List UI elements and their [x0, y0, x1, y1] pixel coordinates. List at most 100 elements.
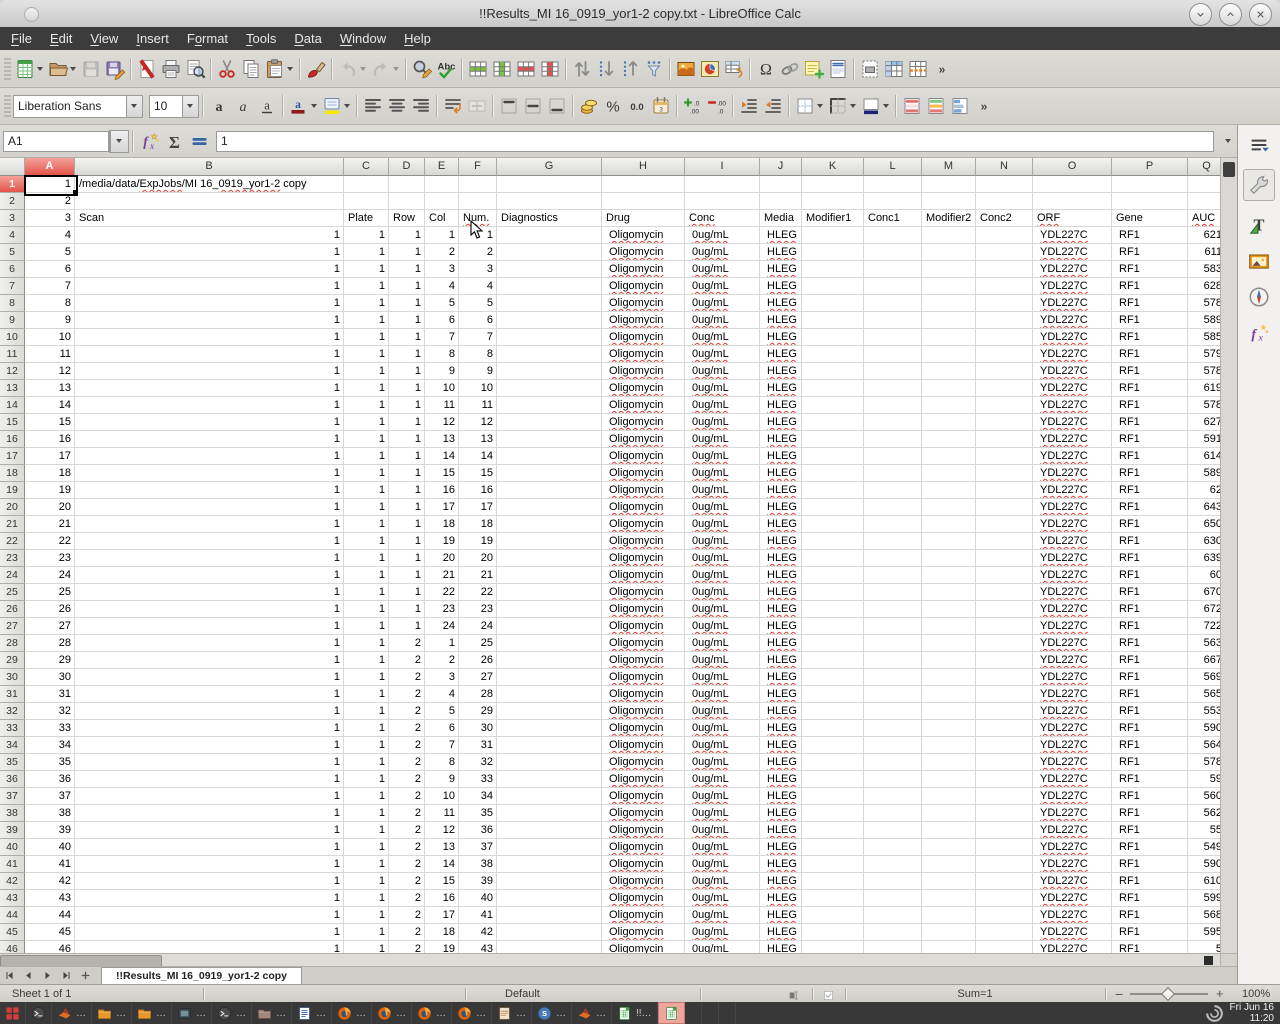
cell-A26[interactable]: 26	[25, 601, 75, 618]
cell-H12[interactable]: Oligomycin	[602, 363, 685, 380]
cell-B1[interactable]: /media/data/ExpJobs/MI 16_0919_yor1-2 co…	[75, 176, 344, 193]
cell-L44[interactable]	[864, 907, 922, 924]
cell-K44[interactable]	[802, 907, 864, 924]
cell-M19[interactable]	[922, 482, 976, 499]
cell-Q17[interactable]: 614	[1188, 448, 1220, 465]
cell-G27[interactable]	[497, 618, 602, 635]
cell-M45[interactable]	[922, 924, 976, 941]
cell-F34[interactable]: 31	[459, 737, 497, 754]
cell-O4[interactable]: YDL227C	[1033, 227, 1112, 244]
add-decimal-button[interactable]: .0.00	[681, 93, 705, 119]
row-header-36[interactable]: 36	[0, 771, 25, 788]
cell-H46[interactable]: Oligomycin	[602, 941, 685, 953]
minimize-button[interactable]	[1189, 3, 1212, 26]
cell-G8[interactable]	[497, 295, 602, 312]
column-header-C[interactable]: C	[344, 158, 389, 176]
cell-Q8[interactable]: 578	[1188, 295, 1220, 312]
cell-P13[interactable]: RF1	[1112, 380, 1188, 397]
cell-D13[interactable]: 1	[389, 380, 425, 397]
cell-Q13[interactable]: 619	[1188, 380, 1220, 397]
cell-F29[interactable]: 26	[459, 652, 497, 669]
cell-C38[interactable]: 1	[344, 805, 389, 822]
cell-A11[interactable]: 11	[25, 346, 75, 363]
cell-G12[interactable]	[497, 363, 602, 380]
insert-comment-button[interactable]	[802, 56, 826, 82]
insert-row-button[interactable]	[466, 56, 490, 82]
cell-C5[interactable]: 1	[344, 244, 389, 261]
cell-C1[interactable]	[344, 176, 389, 193]
cell-I29[interactable]: 0ug/mL	[685, 652, 760, 669]
cell-I8[interactable]: 0ug/mL	[685, 295, 760, 312]
cell-K18[interactable]	[802, 465, 864, 482]
column-header-N[interactable]: N	[976, 158, 1033, 176]
cell-O27[interactable]: YDL227C	[1033, 618, 1112, 635]
cell-C32[interactable]: 1	[344, 703, 389, 720]
row-header-12[interactable]: 12	[0, 363, 25, 380]
cell-Q36[interactable]: 59	[1188, 771, 1220, 788]
cell-I11[interactable]: 0ug/mL	[685, 346, 760, 363]
zoom-in-icon[interactable]: +	[1216, 986, 1224, 1001]
cell-G37[interactable]	[497, 788, 602, 805]
cell-N15[interactable]	[976, 414, 1033, 431]
cell-C24[interactable]: 1	[344, 567, 389, 584]
cell-F42[interactable]: 39	[459, 873, 497, 890]
cell-K4[interactable]	[802, 227, 864, 244]
row-header-26[interactable]: 26	[0, 601, 25, 618]
highlight-color-button[interactable]	[320, 93, 353, 119]
align-vcenter-button[interactable]	[521, 93, 545, 119]
cell-A41[interactable]: 41	[25, 856, 75, 873]
cell-J9[interactable]: HLEG	[760, 312, 802, 329]
cell-O23[interactable]: YDL227C	[1033, 550, 1112, 567]
row-header-28[interactable]: 28	[0, 635, 25, 652]
cell-K27[interactable]	[802, 618, 864, 635]
cell-E25[interactable]: 22	[425, 584, 459, 601]
cell-F44[interactable]: 41	[459, 907, 497, 924]
cell-N1[interactable]	[976, 176, 1033, 193]
print-preview-button[interactable]	[183, 56, 207, 82]
cell-E3[interactable]: Col	[425, 210, 459, 227]
cell-H34[interactable]: Oligomycin	[602, 737, 685, 754]
cell-Q28[interactable]: 563	[1188, 635, 1220, 652]
cell-A7[interactable]: 7	[25, 278, 75, 295]
row-header-22[interactable]: 22	[0, 533, 25, 550]
zoom-out-icon[interactable]: −	[1115, 986, 1123, 1002]
menu-window[interactable]: Window	[331, 29, 395, 48]
cell-C23[interactable]: 1	[344, 550, 389, 567]
chevron-down-icon[interactable]	[311, 104, 317, 108]
cell-C7[interactable]: 1	[344, 278, 389, 295]
cell-G5[interactable]	[497, 244, 602, 261]
cell-C37[interactable]: 1	[344, 788, 389, 805]
cell-M2[interactable]	[922, 193, 976, 210]
cell-N22[interactable]	[976, 533, 1033, 550]
cell-F21[interactable]: 18	[459, 516, 497, 533]
row-header-4[interactable]: 4	[0, 227, 25, 244]
cell-M40[interactable]	[922, 839, 976, 856]
cell-K36[interactable]	[802, 771, 864, 788]
more-tools-button[interactable]: »	[930, 56, 954, 82]
cell-Q41[interactable]: 590	[1188, 856, 1220, 873]
cell-G7[interactable]	[497, 278, 602, 295]
cell-D43[interactable]: 2	[389, 890, 425, 907]
cell-L8[interactable]	[864, 295, 922, 312]
split-window-button[interactable]	[906, 56, 930, 82]
cell-D8[interactable]: 1	[389, 295, 425, 312]
cell-J18[interactable]: HLEG	[760, 465, 802, 482]
cell-K39[interactable]	[802, 822, 864, 839]
cell-O21[interactable]: YDL227C	[1033, 516, 1112, 533]
cell-Q6[interactable]: 583	[1188, 261, 1220, 278]
chevron-down-icon[interactable]	[817, 104, 823, 108]
cell-I41[interactable]: 0ug/mL	[685, 856, 760, 873]
cell-J15[interactable]: HLEG	[760, 414, 802, 431]
cell-M27[interactable]	[922, 618, 976, 635]
font-color-button[interactable]: a	[287, 93, 320, 119]
horizontal-scrollbar[interactable]	[0, 953, 1220, 966]
cell-H30[interactable]: Oligomycin	[602, 669, 685, 686]
cell-F5[interactable]: 2	[459, 244, 497, 261]
cell-K5[interactable]	[802, 244, 864, 261]
menu-format[interactable]: Format	[178, 29, 237, 48]
cell-N14[interactable]	[976, 397, 1033, 414]
cell-O6[interactable]: YDL227C	[1033, 261, 1112, 278]
cell-M21[interactable]	[922, 516, 976, 533]
cell-H41[interactable]: Oligomycin	[602, 856, 685, 873]
row-header-18[interactable]: 18	[0, 465, 25, 482]
